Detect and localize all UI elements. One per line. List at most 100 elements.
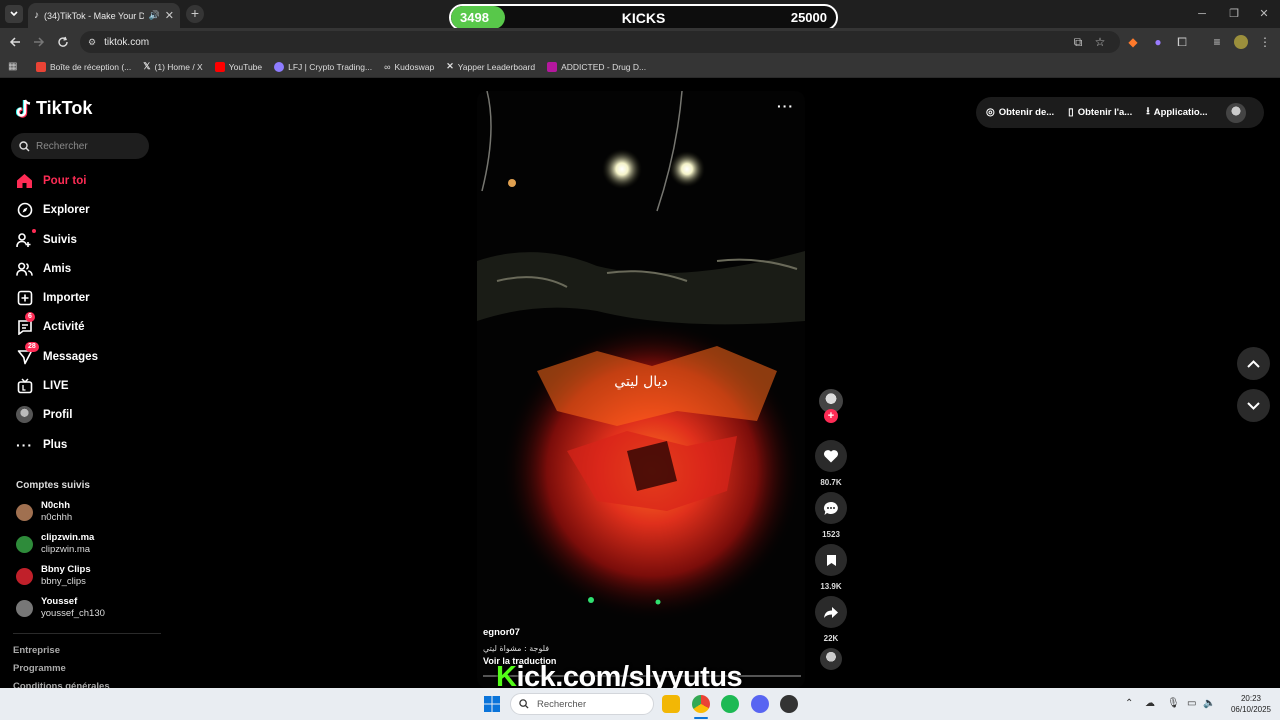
microphone-icon[interactable]: 🎙	[1167, 698, 1180, 709]
sidebar-divider	[13, 633, 161, 634]
footer-link-programme[interactable]: Programme	[13, 663, 66, 674]
back-icon[interactable]	[7, 34, 23, 50]
author-avatar-button[interactable]: +	[815, 389, 847, 423]
addicted-icon	[547, 61, 558, 72]
bookmark-item[interactable]: ✕ Yapper Leaderboard	[446, 61, 535, 72]
previous-video-button[interactable]	[1237, 347, 1270, 380]
video-author[interactable]: egnor07	[483, 627, 520, 638]
comment-button[interactable]: 1523	[815, 492, 847, 539]
spotify-icon[interactable]	[721, 695, 739, 713]
followed-account[interactable]: Bbny Clips bbny_clips	[16, 564, 91, 588]
bookmark-icon	[815, 544, 847, 576]
chevron-up-icon	[1247, 359, 1260, 368]
x-logo-icon: 𝕏	[143, 61, 151, 71]
gmail-icon	[36, 61, 46, 72]
active-app-indicator	[694, 717, 708, 719]
extensions-icon[interactable]: ⧠	[1174, 34, 1190, 50]
taskbar-search-input[interactable]: Rechercher	[510, 693, 654, 715]
nav-item-pour-toi[interactable]: Pour toi	[16, 172, 86, 189]
like-count: 80.7K	[820, 478, 842, 487]
activity-icon: 6	[16, 312, 35, 335]
search-input[interactable]: Rechercher	[11, 133, 149, 159]
install-app-icon[interactable]: ⧉	[1070, 34, 1086, 50]
chevron-down-icon	[1247, 401, 1260, 410]
video-caption: فلوجة : مشواة ليتي	[483, 644, 550, 653]
nav-item-messages[interactable]: 28 Messages	[16, 342, 98, 365]
nav-item-amis[interactable]: Amis	[16, 260, 71, 277]
discord-icon[interactable]	[751, 695, 769, 713]
share-button[interactable]: 22K	[815, 596, 847, 643]
top-right-actions: ◎ Obtenir de... ▯ Obtenir l'a... ⭳ Appli…	[976, 97, 1264, 128]
metamask-extension-icon[interactable]: ◆	[1125, 34, 1141, 50]
apps-grid-icon[interactable]: ▦	[8, 61, 17, 72]
comment-count: 1523	[822, 530, 840, 539]
search-icon	[519, 699, 529, 709]
browser-menu-icon[interactable]: ⋮	[1257, 34, 1273, 50]
followed-account[interactable]: Youssef youssef_ch130	[16, 596, 105, 620]
bookmark-item[interactable]: LFJ | Crypto Trading...	[274, 61, 372, 72]
followed-account[interactable]: N0chh n0chhh	[16, 500, 72, 524]
get-coins-button[interactable]: ◎ Obtenir de...	[986, 107, 1054, 118]
nav-item-live[interactable]: LIVE	[16, 377, 69, 394]
bookmark-item[interactable]: YouTube	[214, 61, 262, 72]
save-button[interactable]: 13.9K	[815, 544, 847, 591]
nav-item-suivis[interactable]: Suivis	[16, 229, 77, 248]
forward-icon[interactable]	[31, 34, 47, 50]
nav-item-explorer[interactable]: Explorer	[16, 201, 90, 218]
taskbar-clock[interactable]: 20:23 06/10/2025	[1226, 693, 1276, 715]
footer-link-entreprise[interactable]: Entreprise	[13, 645, 60, 656]
nav-item-importer[interactable]: Importer	[16, 289, 90, 306]
close-tab-icon[interactable]: ✕	[165, 9, 174, 22]
compass-icon	[16, 201, 33, 218]
bookmark-star-icon[interactable]: ☆	[1092, 34, 1108, 50]
coin-icon: ◎	[986, 107, 995, 118]
tiktok-favicon-icon: ♪	[34, 10, 39, 21]
like-button[interactable]: 80.7K	[815, 440, 847, 487]
download-app-button[interactable]: ⭳ Applicatio...	[1146, 104, 1207, 121]
share-icon	[815, 596, 847, 628]
follow-plus-icon[interactable]: +	[824, 409, 838, 423]
tab-search-button[interactable]	[5, 5, 23, 23]
new-tab-button[interactable]: +	[186, 5, 204, 23]
get-app-button[interactable]: ▯ Obtenir l'a...	[1068, 107, 1132, 118]
notification-dot	[32, 229, 36, 233]
browser-tab[interactable]: ♪ (34)TikTok - Make Your Day 🔊 ✕	[28, 3, 180, 28]
url-text: tiktok.com	[104, 36, 150, 48]
bookmark-item[interactable]: Boîte de réception (...	[36, 61, 131, 72]
network-icon[interactable]: ▭	[1187, 698, 1196, 709]
music-disc-button[interactable]	[815, 648, 847, 670]
speaker-icon[interactable]: 🔊	[149, 10, 160, 21]
profile-avatar-icon[interactable]	[1233, 34, 1249, 50]
user-avatar[interactable]	[1225, 102, 1246, 123]
volume-icon[interactable]: 🔈	[1203, 698, 1215, 709]
site-info-icon[interactable]: ⚙	[88, 37, 96, 48]
nav-item-profil[interactable]: Profil	[16, 406, 72, 423]
close-window-button[interactable]: ✕	[1248, 0, 1280, 28]
next-video-button[interactable]	[1237, 389, 1270, 422]
bookmark-item[interactable]: ADDICTED - Drug D...	[547, 61, 646, 72]
nav-item-plus[interactable]: ··· Plus	[16, 436, 67, 453]
footer-link-conditions[interactable]: Conditions générales	[13, 681, 110, 688]
video-more-options-icon[interactable]: ···	[777, 98, 794, 114]
minimize-button[interactable]: ─	[1186, 0, 1218, 28]
reload-icon[interactable]	[55, 34, 71, 50]
file-explorer-icon[interactable]	[662, 695, 680, 713]
phantom-extension-icon[interactable]: ●	[1150, 34, 1166, 50]
tray-overflow-icon[interactable]: ⌃	[1125, 698, 1133, 709]
app-icon[interactable]	[780, 695, 798, 713]
cloud-icon[interactable]: ☁	[1145, 698, 1155, 709]
nav-item-activite[interactable]: 6 Activité	[16, 312, 85, 335]
bookmark-item[interactable]: ∞ Kudoswap	[384, 62, 434, 72]
kicks-label: KICKS	[621, 10, 666, 26]
tiktok-logo[interactable]: TikTok	[16, 98, 92, 119]
avatar	[16, 567, 33, 585]
download-icon: ⭳	[1146, 106, 1150, 117]
address-bar[interactable]: ⚙ tiktok.com	[80, 31, 1120, 53]
chrome-icon[interactable]	[692, 695, 710, 713]
reading-list-icon[interactable]: ≡	[1209, 34, 1225, 50]
windows-start-icon[interactable]	[484, 696, 500, 712]
bookmark-item[interactable]: 𝕏 (1) Home / X	[143, 61, 202, 72]
restore-button[interactable]: ❐	[1218, 0, 1250, 28]
followed-account[interactable]: clipzwin.ma clipzwin.ma	[16, 532, 94, 556]
browser-toolbar: ⚙ tiktok.com ⧉ ☆ ◆ ● ⧠ ≡ ⋮	[0, 28, 1280, 56]
